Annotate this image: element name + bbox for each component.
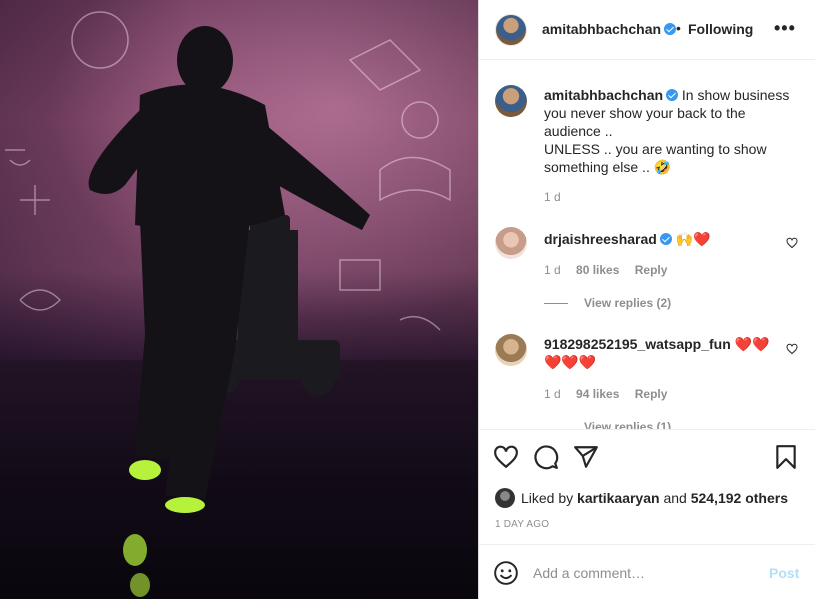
post-comment-button[interactable]: Post <box>769 565 799 581</box>
commenter-username[interactable]: drjaishreesharad <box>544 231 657 247</box>
emoji-icon[interactable] <box>493 560 519 586</box>
verified-badge-icon <box>666 89 679 101</box>
photo-scene <box>5 11 451 597</box>
commenter-avatar[interactable] <box>495 334 527 366</box>
save-bookmark-icon[interactable] <box>773 444 799 470</box>
post-photo[interactable] <box>0 0 478 599</box>
post-header: amitabhbachchan • Following ••• <box>479 0 815 60</box>
comment-likes-count[interactable]: 94 likes <box>576 387 619 401</box>
comments-panel[interactable]: amitabhbachchan In show business you nev… <box>479 61 815 429</box>
add-comment-input[interactable] <box>533 563 753 583</box>
verified-badge-icon <box>659 233 672 245</box>
view-replies-button[interactable]: View replies (2) <box>544 296 671 310</box>
liked-by-count[interactable]: 524,192 others <box>691 490 788 506</box>
caption-author-avatar[interactable] <box>495 85 527 117</box>
commenter-avatar[interactable] <box>495 227 527 259</box>
comment-like-heart-icon[interactable] <box>786 343 798 355</box>
liked-by-mid: and <box>659 490 691 506</box>
reply-button[interactable]: Reply <box>635 263 668 277</box>
author-avatar[interactable] <box>495 14 527 46</box>
comment-meta: 1 d 94 likes Reply <box>544 387 679 401</box>
comment-time: 1 d <box>544 263 561 277</box>
header-separator: • <box>676 20 681 36</box>
liked-by-prefix: Liked by <box>521 490 578 506</box>
liked-by-user[interactable]: kartikaaryan <box>577 490 660 506</box>
post-actions: Liked by kartikaaryan and 524,192 others… <box>479 429 815 544</box>
post-timestamp[interactable]: 1 DAY AGO <box>495 519 549 530</box>
verified-badge-icon <box>664 23 677 35</box>
following-button[interactable]: Following <box>688 21 753 37</box>
comment-text: 918298252195_watsapp_fun ❤️❤️ ❤️❤️❤️ <box>544 335 779 371</box>
author-username[interactable]: amitabhbachchan <box>542 21 677 37</box>
comment-meta: 1 d 80 likes Reply <box>544 263 679 277</box>
more-options-icon[interactable]: ••• <box>774 18 796 39</box>
liked-by-summary: Liked by kartikaaryan and 524,192 others <box>495 488 788 508</box>
comment-bubble-icon[interactable] <box>533 444 559 470</box>
comment-time: 1 d <box>544 387 561 401</box>
add-comment-bar: Post <box>479 544 815 599</box>
like-heart-icon[interactable] <box>493 444 519 470</box>
commenter-username[interactable]: 918298252195_watsapp_fun <box>544 336 731 352</box>
reply-button[interactable]: Reply <box>635 387 668 401</box>
liker-avatar[interactable] <box>495 488 515 508</box>
caption-time: 1 d <box>544 190 561 204</box>
comment-like-heart-icon[interactable] <box>786 237 798 249</box>
comment-text: drjaishreesharad 🙌❤️ <box>544 230 779 248</box>
view-replies-button[interactable]: View replies (1) <box>584 420 671 429</box>
comment-likes-count[interactable]: 80 likes <box>576 263 619 277</box>
caption-author-username[interactable]: amitabhbachchan <box>544 87 663 103</box>
share-paper-plane-icon[interactable] <box>573 444 599 470</box>
caption-text: amitabhbachchan In show business you nev… <box>544 86 794 176</box>
comment-body: 🙌❤️ <box>671 231 711 247</box>
